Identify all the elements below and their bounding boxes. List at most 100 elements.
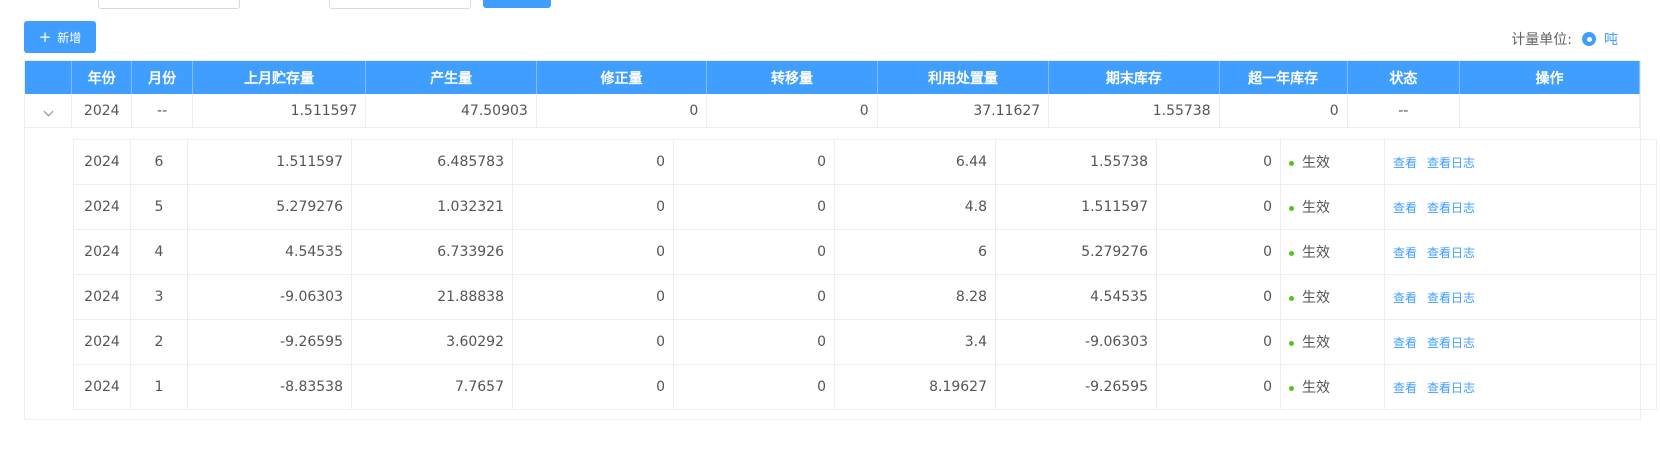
col-over-year-stock: 超一年库存	[1219, 61, 1348, 94]
col-adjustment: 修正量	[536, 61, 708, 94]
col-utilization: 利用处置量	[877, 61, 1050, 94]
expand-toggle[interactable]	[25, 94, 73, 128]
row-actions: 查看 查看日志	[1384, 184, 1657, 230]
search-button[interactable]	[483, 0, 551, 8]
col-year: 年份	[71, 61, 133, 94]
filter-input-1[interactable]	[98, 0, 240, 9]
row-actions: 查看 查看日志	[1384, 229, 1657, 275]
add-button[interactable]: + 新增	[24, 21, 96, 53]
row-actions: 查看 查看日志	[1384, 274, 1657, 320]
row-adjustment: 0	[512, 274, 674, 320]
row-generated: 6.733926	[351, 229, 513, 275]
table-row: 2024 2 -9.26595 3.60292 0 0 3.4 -9.06303 0 生效 查看 查看…	[73, 319, 1657, 365]
table-row: 2024 6 1.511597 6.485783 0 0 6.44 1.55738 0 生效 查看查…	[73, 139, 1657, 185]
status-badge: 生效	[1302, 155, 1330, 171]
status-dot-icon	[1289, 295, 1294, 301]
row-month: 1	[130, 364, 188, 410]
view-link[interactable]: 查看	[1393, 381, 1417, 395]
summary-row: 2024 -- 1.511597 47.50903 0 0 37.11627 1…	[25, 94, 1641, 128]
row-ending: -9.26595	[995, 364, 1157, 410]
row-actions: 查看 查看日志	[1384, 364, 1657, 410]
status-badge: 生效	[1302, 380, 1330, 396]
row-generated: 7.7657	[351, 364, 513, 410]
unit-option-ton[interactable]: 吨	[1604, 29, 1618, 49]
view-log-link[interactable]: 查看日志	[1427, 156, 1475, 170]
col-generated: 产生量	[365, 61, 537, 94]
table-header: 年份 月份 上月贮存量 产生量 修正量 转移量 利用处置量 期末库存 超一年库存…	[25, 61, 1641, 94]
table-row: 2024 4 4.54535 6.733926 0 0 6 5.279276 0 生效 查看 查看日志	[73, 229, 1657, 275]
col-ending-stock: 期末库存	[1048, 61, 1220, 94]
summary-generated: 47.50903	[365, 94, 537, 128]
row-over-year: 0	[1156, 274, 1281, 320]
view-log-link[interactable]: 查看日志	[1427, 201, 1475, 215]
row-transfer: 0	[673, 229, 835, 275]
radio-selected-icon[interactable]	[1582, 32, 1596, 46]
unit-label: 计量单位:	[1511, 32, 1572, 48]
row-over-year: 0	[1156, 184, 1281, 230]
view-log-link[interactable]: 查看日志	[1427, 336, 1475, 350]
view-link[interactable]: 查看	[1393, 156, 1417, 170]
row-over-year: 0	[1156, 319, 1281, 365]
row-transfer: 0	[673, 184, 835, 230]
row-year: 2024	[73, 319, 131, 365]
col-actions: 操作	[1459, 61, 1641, 94]
view-link[interactable]: 查看	[1393, 201, 1417, 215]
row-ending: 5.279276	[995, 229, 1157, 275]
row-utilization: 6	[834, 229, 996, 275]
chevron-down-icon	[43, 106, 53, 116]
row-adjustment: 0	[512, 319, 674, 365]
col-transfer: 转移量	[706, 61, 878, 94]
view-link[interactable]: 查看	[1393, 336, 1417, 350]
row-prev: 4.54535	[187, 229, 352, 275]
row-adjustment: 0	[512, 229, 674, 275]
row-ending: 1.55738	[995, 139, 1157, 185]
row-year: 2024	[73, 274, 131, 320]
view-log-link[interactable]: 查看日志	[1427, 291, 1475, 305]
row-utilization: 8.28	[834, 274, 996, 320]
row-utilization: 6.44	[834, 139, 996, 185]
add-button-label: 新增	[57, 30, 82, 45]
row-status: 生效	[1280, 184, 1385, 230]
row-month: 2	[130, 319, 188, 365]
table-row: 2024 3 -9.06303 21.88838 0 0 8.28 4.54535 0 生效 查看查…	[73, 274, 1657, 320]
status-dot-icon	[1289, 160, 1294, 166]
status-dot-icon	[1289, 250, 1294, 256]
row-month: 3	[130, 274, 188, 320]
status-dot-icon	[1289, 205, 1294, 211]
col-month: 月份	[131, 61, 193, 94]
unit-selector: 计量单位: 吨	[1511, 29, 1618, 49]
status-dot-icon	[1289, 385, 1294, 391]
view-log-link[interactable]: 查看日志	[1427, 381, 1475, 395]
row-adjustment: 0	[512, 364, 674, 410]
row-adjustment: 0	[512, 184, 674, 230]
summary-ending: 1.55738	[1048, 94, 1220, 128]
row-status: 生效	[1280, 229, 1385, 275]
row-over-year: 0	[1156, 139, 1281, 185]
row-prev: -9.26595	[187, 319, 352, 365]
row-month: 6	[130, 139, 188, 185]
row-year: 2024	[73, 184, 131, 230]
status-dot-icon	[1289, 340, 1294, 346]
summary-utilization: 37.11627	[877, 94, 1050, 128]
table-row: 2024 5 5.279276 1.032321 0 0 4.8 1.511597 0 生效 查看查…	[73, 184, 1657, 230]
row-transfer: 0	[673, 139, 835, 185]
row-prev: -8.83538	[187, 364, 352, 410]
summary-month: --	[131, 94, 193, 128]
row-ending: 1.511597	[995, 184, 1157, 230]
row-over-year: 0	[1156, 229, 1281, 275]
row-status: 生效	[1280, 139, 1385, 185]
row-prev: 1.511597	[187, 139, 352, 185]
row-month: 5	[130, 184, 188, 230]
summary-adjustment: 0	[536, 94, 708, 128]
row-utilization: 4.8	[834, 184, 996, 230]
col-prev-storage: 上月贮存量	[192, 61, 367, 94]
status-badge: 生效	[1302, 335, 1330, 351]
view-log-link[interactable]: 查看日志	[1427, 246, 1475, 260]
row-year: 2024	[73, 139, 131, 185]
row-transfer: 0	[673, 319, 835, 365]
view-link[interactable]: 查看	[1393, 291, 1417, 305]
filter-input-2[interactable]	[329, 0, 471, 9]
view-link[interactable]: 查看	[1393, 246, 1417, 260]
row-generated: 3.60292	[351, 319, 513, 365]
row-ending: 4.54535	[995, 274, 1157, 320]
